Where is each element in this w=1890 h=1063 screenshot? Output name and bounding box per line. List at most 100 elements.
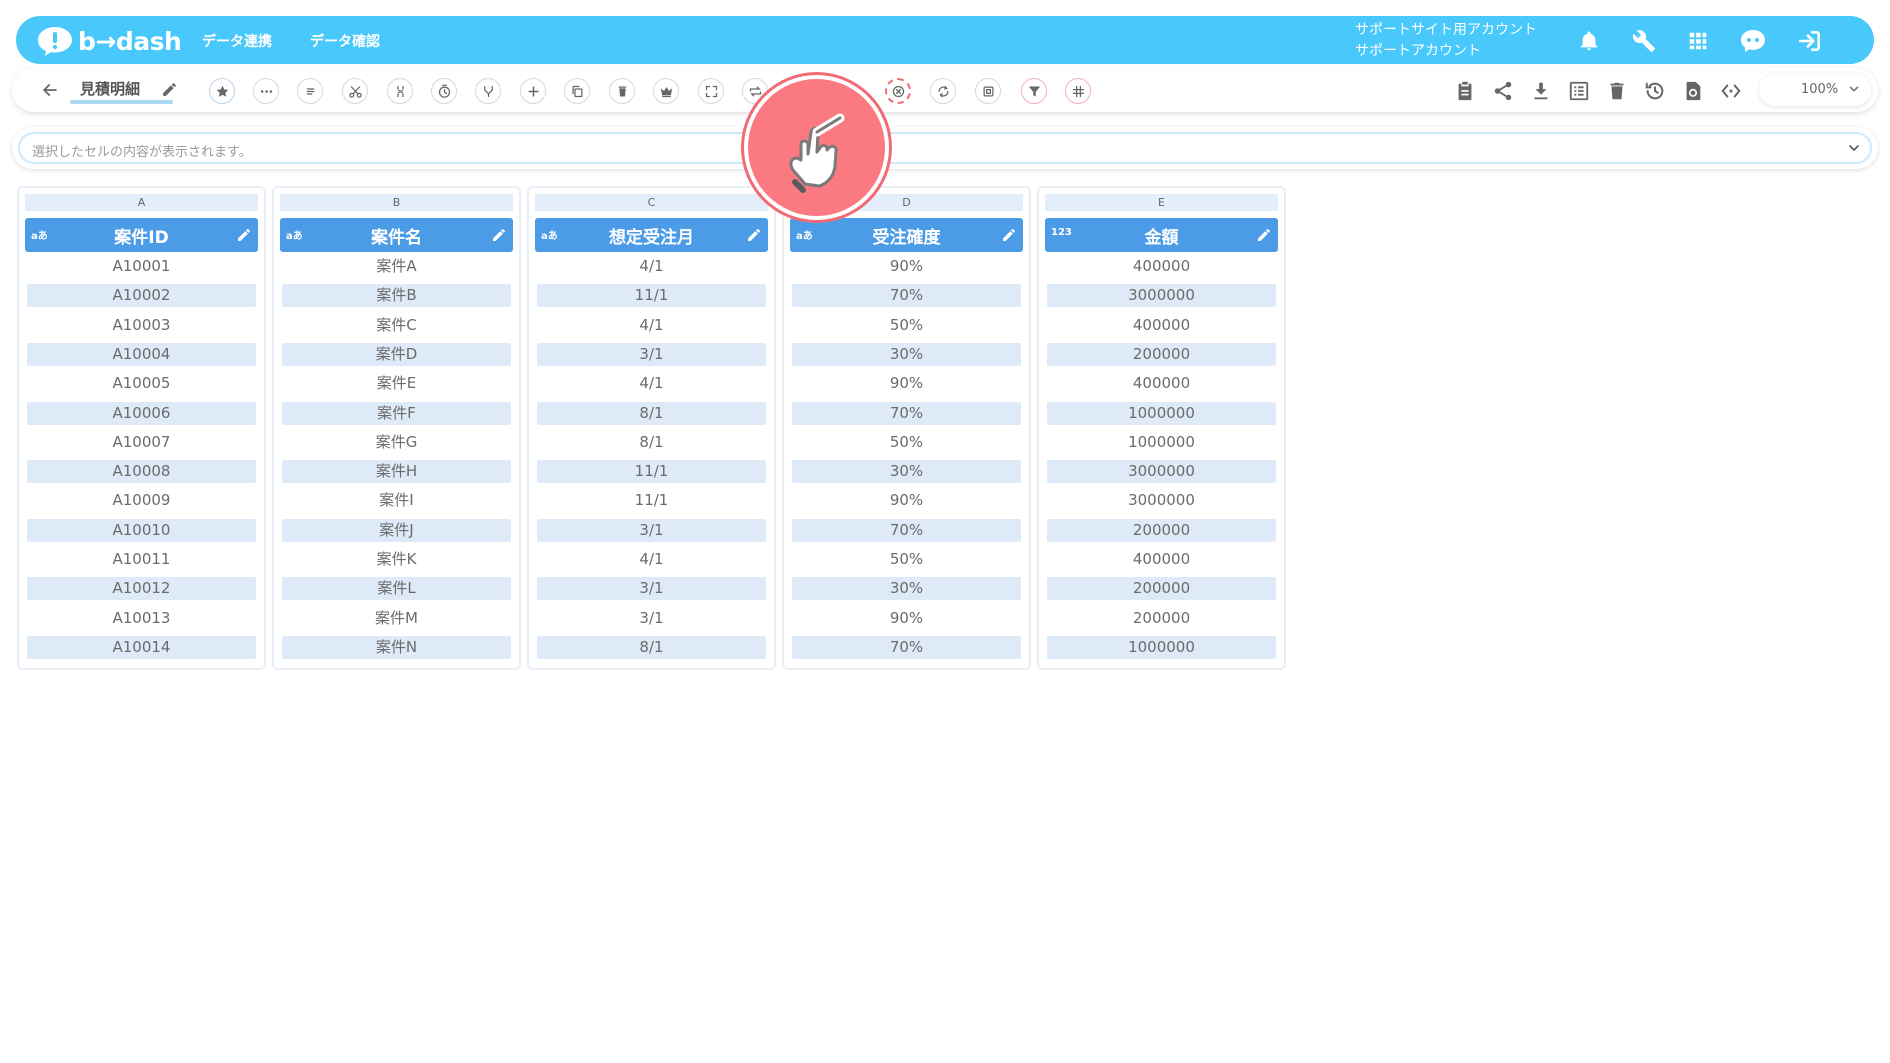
column-header[interactable]: aあ 案件ID: [25, 218, 258, 252]
table-cell[interactable]: 400000: [1047, 548, 1276, 571]
table-cell[interactable]: A10004: [27, 342, 256, 366]
text-lines-icon[interactable]: [297, 78, 323, 104]
table-cell[interactable]: 案件D: [282, 342, 511, 366]
table-cell[interactable]: 90%: [792, 255, 1021, 278]
list-view-icon[interactable]: [1567, 79, 1591, 103]
logo[interactable]: b→dash: [36, 24, 182, 58]
table-cell[interactable]: 11/1: [537, 460, 766, 484]
table-cell[interactable]: 50%: [792, 314, 1021, 337]
nav-data-check[interactable]: データ確認: [310, 31, 380, 51]
table-cell[interactable]: 30%: [792, 342, 1021, 366]
table-cell[interactable]: A10005: [27, 372, 256, 395]
table-cell[interactable]: 200000: [1047, 518, 1276, 542]
back-arrow-icon[interactable]: [40, 80, 60, 100]
table-cell[interactable]: 11/1: [537, 489, 766, 512]
pencil-icon[interactable]: [1001, 227, 1017, 243]
table-cell[interactable]: 70%: [792, 635, 1021, 659]
table-cell[interactable]: A10010: [27, 518, 256, 542]
table-cell[interactable]: 案件L: [282, 577, 511, 601]
table-cell[interactable]: 90%: [792, 489, 1021, 512]
table-cell[interactable]: 案件E: [282, 372, 511, 395]
history-icon[interactable]: [1643, 79, 1667, 103]
share-icon[interactable]: [1491, 79, 1515, 103]
table-cell[interactable]: 8/1: [537, 635, 766, 659]
table-cell[interactable]: 8/1: [537, 431, 766, 454]
expand-icon[interactable]: [698, 78, 724, 104]
copy-icon[interactable]: [564, 78, 590, 104]
table-cell[interactable]: 4/1: [537, 548, 766, 571]
table-cell[interactable]: 1000000: [1047, 635, 1276, 659]
table-cell[interactable]: 案件N: [282, 635, 511, 659]
trash-icon[interactable]: [609, 78, 635, 104]
table-cell[interactable]: 70%: [792, 401, 1021, 425]
bell-icon[interactable]: [1574, 26, 1604, 56]
table-cell[interactable]: 4/1: [537, 372, 766, 395]
table-cell[interactable]: 3000000: [1047, 489, 1276, 512]
table-cell[interactable]: 3/1: [537, 518, 766, 542]
column-header[interactable]: aあ 想定受注月: [535, 218, 768, 252]
table-cell[interactable]: A10012: [27, 577, 256, 601]
crown-icon[interactable]: [653, 78, 679, 104]
cell-content-field[interactable]: 選択したセルの内容が表示されます。: [18, 132, 1872, 164]
table-cell[interactable]: 3/1: [537, 577, 766, 601]
table-cell[interactable]: 案件B: [282, 284, 511, 308]
wrench-icon[interactable]: [1629, 26, 1659, 56]
table-cell[interactable]: A10001: [27, 255, 256, 278]
table-cell[interactable]: 70%: [792, 284, 1021, 308]
logout-icon[interactable]: [1795, 26, 1825, 56]
table-cell[interactable]: A10011: [27, 548, 256, 571]
download-icon[interactable]: [1529, 79, 1553, 103]
more-dots-icon[interactable]: [253, 78, 279, 104]
remove-circle-x-icon[interactable]: [885, 78, 911, 104]
sheet-name[interactable]: 見積明細: [80, 78, 140, 99]
table-cell[interactable]: 案件F: [282, 401, 511, 425]
apps-grid-icon[interactable]: [1683, 26, 1713, 56]
account-info[interactable]: サポートサイト用アカウント サポートアカウント: [1355, 20, 1537, 62]
table-cell[interactable]: 200000: [1047, 577, 1276, 601]
table-cell[interactable]: 400000: [1047, 372, 1276, 395]
table-cell[interactable]: A10006: [27, 401, 256, 425]
table-cell[interactable]: 400000: [1047, 314, 1276, 337]
chatbot-icon[interactable]: [1738, 26, 1768, 56]
pencil-icon[interactable]: [236, 227, 252, 243]
table-cell[interactable]: 70%: [792, 518, 1021, 542]
table-cell[interactable]: 案件J: [282, 518, 511, 542]
table-cell[interactable]: 1000000: [1047, 401, 1276, 425]
chevron-down-icon[interactable]: [1846, 140, 1862, 156]
pencil-icon[interactable]: [161, 81, 178, 98]
column-header[interactable]: aあ 案件名: [280, 218, 513, 252]
nav-data-integration[interactable]: データ連携: [202, 31, 272, 51]
table-cell[interactable]: A10007: [27, 431, 256, 454]
swap-values-icon[interactable]: [930, 78, 956, 104]
split-column-icon[interactable]: [387, 78, 413, 104]
zoom-select[interactable]: 100%: [1759, 74, 1871, 106]
column-letter[interactable]: C: [535, 194, 768, 211]
table-cell[interactable]: 4/1: [537, 255, 766, 278]
table-cell[interactable]: 案件G: [282, 431, 511, 454]
column-header[interactable]: 123 金額: [1045, 218, 1278, 252]
delete-trash-icon[interactable]: [1605, 79, 1629, 103]
table-cell[interactable]: A10013: [27, 607, 256, 630]
grid-hash-icon[interactable]: [1065, 78, 1091, 104]
table-cell[interactable]: 90%: [792, 607, 1021, 630]
pencil-icon[interactable]: [1256, 227, 1272, 243]
table-cell[interactable]: 50%: [792, 548, 1021, 571]
code-embed-icon[interactable]: [1719, 79, 1743, 103]
pencil-icon[interactable]: [746, 227, 762, 243]
column-letter[interactable]: B: [280, 194, 513, 211]
scissors-icon[interactable]: [342, 78, 368, 104]
table-cell[interactable]: 案件I: [282, 489, 511, 512]
table-cell[interactable]: 3/1: [537, 342, 766, 366]
table-cell[interactable]: A10002: [27, 284, 256, 308]
table-cell[interactable]: 30%: [792, 460, 1021, 484]
table-cell[interactable]: 3000000: [1047, 284, 1276, 308]
table-cell[interactable]: A10003: [27, 314, 256, 337]
table-cell[interactable]: 案件K: [282, 548, 511, 571]
frame-icon[interactable]: [975, 78, 1001, 104]
table-cell[interactable]: A10014: [27, 635, 256, 659]
table-cell[interactable]: 3/1: [537, 607, 766, 630]
table-cell[interactable]: A10009: [27, 489, 256, 512]
table-cell[interactable]: 4/1: [537, 314, 766, 337]
timer-icon[interactable]: [431, 78, 457, 104]
table-cell[interactable]: 1000000: [1047, 431, 1276, 454]
